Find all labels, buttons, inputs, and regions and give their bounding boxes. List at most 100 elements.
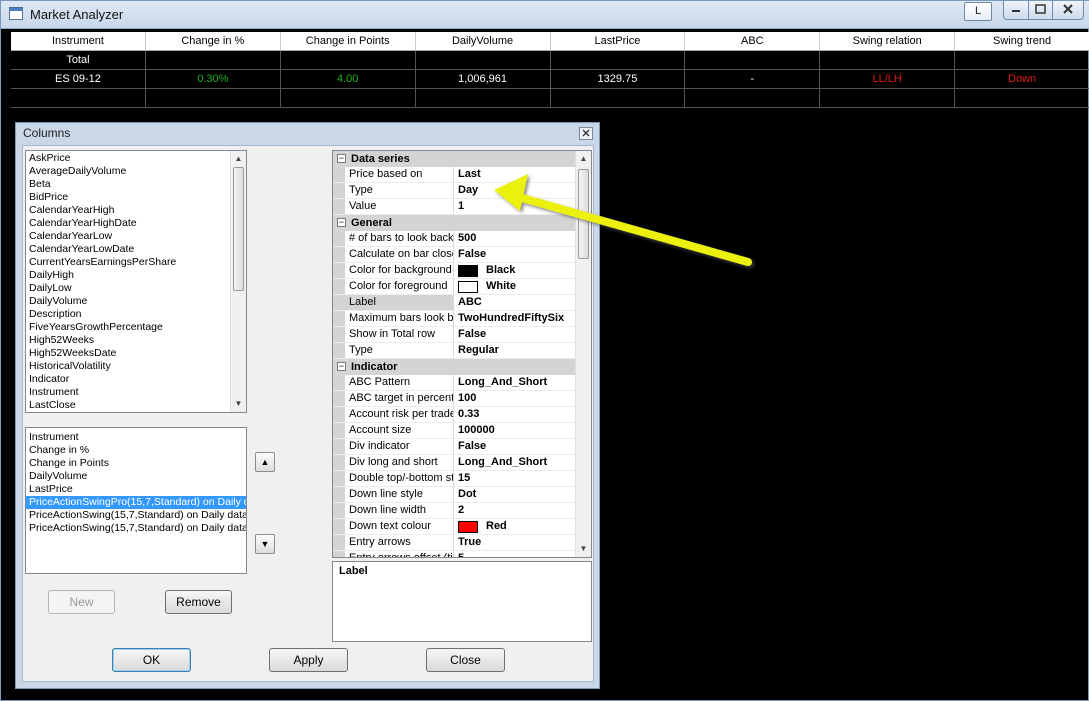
scroll-up-icon[interactable]: ▲ (231, 151, 246, 167)
property-value[interactable]: Regular (454, 343, 591, 358)
property-row[interactable]: Div indicator False (333, 439, 591, 455)
list-item[interactable]: LastPrice (26, 483, 246, 496)
col-header[interactable]: Instrument (11, 32, 146, 50)
list-item[interactable]: Instrument (26, 386, 230, 399)
property-value[interactable]: 0.33 (454, 407, 591, 422)
property-row[interactable]: ABC target in percent 100 (333, 391, 591, 407)
list-item[interactable]: Indicator (26, 373, 230, 386)
property-row[interactable]: Account risk per trade 0.33 (333, 407, 591, 423)
list-item[interactable]: HistoricalVolatility (26, 360, 230, 373)
list-item[interactable]: FiveYearsGrowthPercentage (26, 321, 230, 334)
col-header[interactable]: LastPrice (550, 32, 686, 50)
list-item[interactable]: DailyVolume (26, 295, 230, 308)
list-item[interactable]: Change in % (26, 444, 246, 457)
property-row[interactable]: Account size 100000 (333, 423, 591, 439)
property-value[interactable]: False (454, 247, 591, 262)
property-value[interactable]: 100 (454, 391, 591, 406)
col-header[interactable]: Change in Points (280, 32, 416, 50)
property-row[interactable]: Div long and short Long_And_Short (333, 455, 591, 471)
property-scrollbar[interactable]: ▲ ▼ (575, 151, 591, 557)
list-item[interactable]: AverageDailyVolume (26, 165, 230, 178)
list-item[interactable]: PriceActionSwing(15,7,Standard) on Daily… (26, 522, 246, 535)
dialog-close-button[interactable] (579, 127, 593, 140)
property-row[interactable]: ABC Pattern Long_And_Short (333, 375, 591, 391)
property-value[interactable]: Black (454, 263, 591, 278)
property-value[interactable]: TwoHundredFiftySix (454, 311, 591, 326)
property-row[interactable]: Down line width 2 (333, 503, 591, 519)
property-value[interactable]: 2 (454, 503, 591, 518)
list-item[interactable]: High52Weeks (26, 334, 230, 347)
property-row[interactable]: Calculate on bar close False (333, 247, 591, 263)
scroll-thumb[interactable] (233, 167, 244, 291)
remove-button[interactable]: Remove (165, 590, 232, 614)
property-row[interactable]: Maximum bars look back TwoHundredFiftySix (333, 311, 591, 327)
list-item[interactable]: PriceActionSwing(15,7,Standard) on Daily… (26, 509, 246, 522)
list-item[interactable]: CalendarYearLow (26, 230, 230, 243)
property-value[interactable]: 5 (454, 551, 591, 557)
property-value[interactable]: Day (454, 183, 591, 198)
list-item[interactable]: High52WeeksDate (26, 347, 230, 360)
list-item[interactable]: CalendarYearLowDate (26, 243, 230, 256)
scroll-up-icon[interactable]: ▲ (576, 151, 591, 167)
list-item[interactable]: CalendarYearHigh (26, 204, 230, 217)
list-item[interactable]: DailyLow (26, 282, 230, 295)
property-row[interactable]: Type Regular (333, 343, 591, 359)
ok-button[interactable]: OK (112, 648, 191, 672)
property-value[interactable]: 100000 (454, 423, 591, 438)
minimize-button[interactable] (1003, 1, 1029, 20)
property-value[interactable]: 15 (454, 471, 591, 486)
apply-button[interactable]: Apply (269, 648, 348, 672)
col-header[interactable]: Swing relation (820, 32, 956, 50)
col-header[interactable]: Change in % (145, 32, 281, 50)
property-row[interactable]: Entry arrows True (333, 535, 591, 551)
property-row[interactable]: Show in Total row False (333, 327, 591, 343)
scroll-down-icon[interactable]: ▼ (231, 396, 246, 412)
available-columns-list[interactable]: AskPrice AverageDailyVolume Beta BidPrice Ca… (25, 150, 247, 413)
table-row[interactable]: ES 09-12 0.30% 4.00 1,006,961 1329.75 - … (11, 70, 1089, 89)
property-value[interactable]: Red (454, 519, 591, 534)
property-row[interactable]: Color for foreground White (333, 279, 591, 295)
list-item[interactable]: Beta (26, 178, 230, 191)
property-row[interactable]: Down line style Dot (333, 487, 591, 503)
property-category[interactable]: − Indicator (333, 359, 591, 375)
property-row[interactable]: Price based on Last (333, 167, 591, 183)
property-row[interactable]: # of bars to look back 500 (333, 231, 591, 247)
selected-columns-list[interactable]: Instrument Change in % Change in Points Dai… (25, 427, 247, 574)
close-window-button[interactable] (1052, 1, 1084, 20)
close-button[interactable]: Close (426, 648, 505, 672)
property-value[interactable]: Long_And_Short (454, 455, 591, 470)
list-item[interactable]: DailyVolume (26, 470, 246, 483)
property-grid[interactable]: − Data series Price based on Last Type Day Val… (332, 150, 592, 558)
property-value[interactable]: Dot (454, 487, 591, 502)
collapse-icon[interactable]: − (337, 362, 346, 371)
list-item[interactable]: PriceActionSwingPro(15,7,Standard) on Da… (26, 496, 246, 509)
move-down-button[interactable]: ▼ (255, 534, 275, 554)
property-value[interactable]: True (454, 535, 591, 550)
list-item[interactable]: DailyHigh (26, 269, 230, 282)
property-value[interactable]: Long_And_Short (454, 375, 591, 390)
list-item[interactable]: LastClose (26, 399, 230, 412)
total-row[interactable]: Total (11, 51, 1089, 70)
move-up-button[interactable]: ▲ (255, 452, 275, 472)
list-item[interactable]: BidPrice (26, 191, 230, 204)
list-item[interactable]: Instrument (26, 431, 246, 444)
link-button[interactable]: L (964, 2, 992, 21)
empty-row[interactable] (11, 89, 1089, 108)
collapse-icon[interactable]: − (337, 154, 346, 163)
property-value[interactable]: False (454, 439, 591, 454)
property-value[interactable]: White (454, 279, 591, 294)
col-header[interactable]: ABC (685, 32, 821, 50)
list-item[interactable]: CurrentYearsEarningsPerShare (26, 256, 230, 269)
new-button[interactable]: New (48, 590, 115, 614)
property-category[interactable]: − General (333, 215, 591, 231)
list-item[interactable]: AskPrice (26, 152, 230, 165)
property-row[interactable]: Value 1 (333, 199, 591, 215)
property-row[interactable]: Label ABC (333, 295, 591, 311)
property-value[interactable]: ABC (454, 295, 591, 310)
property-value[interactable]: 1 (454, 199, 591, 214)
property-category[interactable]: − Data series (333, 151, 591, 167)
list-item[interactable]: CalendarYearHighDate (26, 217, 230, 230)
property-value[interactable]: False (454, 327, 591, 342)
property-row[interactable]: Down text colour Red (333, 519, 591, 535)
scroll-down-icon[interactable]: ▼ (576, 541, 591, 557)
